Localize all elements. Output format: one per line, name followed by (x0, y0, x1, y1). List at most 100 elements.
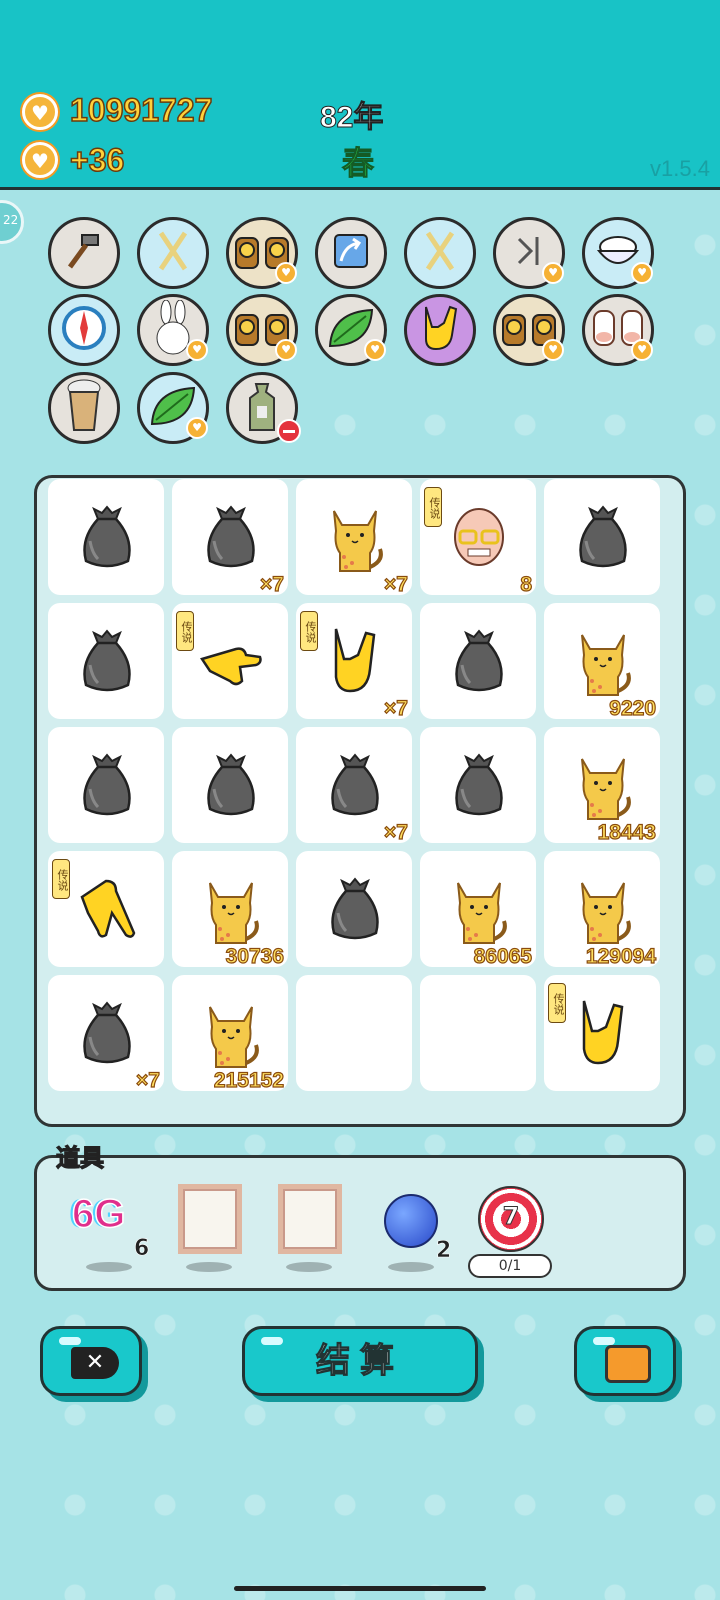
collection-rabbit[interactable]: ♥ (137, 294, 209, 366)
collection-arrow-card[interactable] (315, 217, 387, 289)
symbol-slot[interactable]: 129094 (544, 851, 660, 969)
symbol-slot[interactable]: ×7 (172, 479, 288, 597)
symbol-count: 8 (520, 572, 533, 596)
symbol-slot[interactable]: ×7 (296, 727, 412, 845)
trash-bag-icon (324, 873, 386, 945)
home-indicator[interactable] (234, 1586, 486, 1591)
collection-rock-hand[interactable] (404, 294, 476, 366)
symbol-count: ×7 (383, 696, 408, 720)
symbol-count: 9220 (609, 696, 657, 720)
cat-icon (200, 873, 262, 945)
cat-icon (200, 997, 262, 1069)
blueberry-count: 2 (436, 1238, 452, 1264)
6g-icon: 6G (71, 1191, 126, 1237)
collection-compass[interactable] (48, 294, 120, 366)
symbol-slot[interactable] (48, 603, 164, 719)
symbol-slot[interactable]: 18443 (544, 727, 660, 845)
cat-icon (572, 625, 634, 697)
symbol-slot[interactable]: ×7 (296, 479, 412, 597)
collection-owl[interactable]: ♥ (226, 294, 298, 366)
symbol-slot[interactable]: ×7 (48, 975, 164, 1093)
old-man-icon (448, 501, 510, 573)
symbol-count: 129094 (585, 944, 656, 968)
settle-button[interactable]: 结算 (242, 1326, 478, 1396)
trash-bag-icon (324, 749, 386, 821)
point-down-hand-icon (76, 873, 138, 945)
symbol-slot[interactable]: 传说 (544, 975, 660, 1091)
symbol-slot[interactable] (172, 727, 288, 843)
rock-hand-icon (324, 625, 386, 697)
point-hand-icon (200, 625, 262, 697)
button-highlight (593, 1337, 615, 1345)
symbol-count: 18443 (597, 820, 657, 844)
trash-bag-icon (76, 501, 138, 573)
item-frame[interactable] (178, 1184, 242, 1254)
collection-owl[interactable]: ♥ (226, 217, 298, 289)
coin-income: +36 (69, 141, 125, 179)
cat-icon (572, 873, 634, 945)
heart-badge-icon: ♥ (542, 262, 564, 284)
version-label: v1.5.4 (650, 156, 710, 181)
collection-leaf[interactable]: ♥ (315, 294, 387, 366)
legend-tag: 传说 (548, 983, 566, 1023)
heart-badge-icon: ♥ (275, 262, 297, 284)
skip-button[interactable]: ✕ (40, 1326, 142, 1396)
collection-leaf[interactable]: ♥ (137, 372, 209, 444)
symbol-slot[interactable]: 9220 (544, 603, 660, 721)
collection-bubble-tea[interactable] (48, 372, 120, 444)
symbol-slot[interactable] (544, 479, 660, 595)
target-progress: 0/1 (468, 1254, 552, 1278)
symbol-slot[interactable]: 传说 (172, 603, 288, 719)
item-target[interactable]: 7 (478, 1186, 544, 1252)
chopsticks-icon (418, 229, 462, 277)
briefcase-icon (605, 1345, 651, 1383)
item-frame[interactable] (278, 1184, 342, 1254)
collection-rice-bowl[interactable]: ♥ (582, 217, 654, 289)
trash-bag-icon (572, 501, 634, 573)
symbol-slot[interactable] (296, 851, 412, 967)
symbol-slot[interactable]: 传说 (48, 851, 164, 967)
symbol-slot[interactable]: 86065 (420, 851, 536, 969)
heart-badge-icon: ♥ (186, 339, 208, 361)
heart-badge-icon: ♥ (631, 339, 653, 361)
collection-chopsticks[interactable] (137, 217, 209, 289)
symbol-count: ×7 (259, 572, 284, 596)
heart-badge-icon: ♥ (275, 339, 297, 361)
symbol-slot[interactable]: 传说 ×7 (296, 603, 412, 721)
target-number: 7 (502, 1202, 520, 1231)
legend-tag: 传说 (300, 611, 318, 651)
symbol-slot[interactable]: 215152 (172, 975, 288, 1093)
collection-bag[interactable] (226, 372, 301, 444)
symbol-slot[interactable] (48, 727, 164, 843)
empty-slot[interactable] (420, 975, 536, 1091)
heart-badge-icon: ♥ (542, 339, 564, 361)
side-tab-label: 22 (3, 213, 19, 227)
symbol-slot[interactable]: 30736 (172, 851, 288, 969)
coin-icon (22, 94, 58, 130)
symbol-slot[interactable]: 传说 8 (420, 479, 536, 597)
symbol-slot[interactable] (420, 603, 536, 719)
compass-icon (59, 303, 109, 357)
collection-chopsticks[interactable] (404, 217, 476, 289)
trash-bag-icon (76, 749, 138, 821)
empty-slot[interactable] (296, 975, 412, 1091)
legend-tag: 传说 (176, 611, 194, 651)
collection-cow[interactable]: ♥ (582, 294, 654, 366)
item-6g[interactable]: 6G 6 (71, 1191, 152, 1261)
collection-skip[interactable]: ♥ (493, 217, 565, 289)
collection-owl[interactable]: ♥ (493, 294, 565, 366)
collection-hammer[interactable] (48, 217, 120, 289)
hammer-icon (62, 229, 106, 277)
trash-bag-icon (200, 501, 262, 573)
arrow-card-icon (329, 229, 373, 277)
season-label: 春 (341, 144, 375, 183)
symbol-count: 86065 (473, 944, 533, 968)
symbol-slot[interactable] (420, 727, 536, 843)
button-highlight (59, 1337, 81, 1345)
symbol-slot[interactable] (48, 479, 164, 595)
item-blueberry[interactable] (384, 1194, 438, 1248)
remove-icon[interactable] (277, 419, 301, 443)
item-shadow (86, 1262, 132, 1272)
heart-badge-icon: ♥ (186, 417, 208, 439)
inventory-button[interactable] (574, 1326, 676, 1396)
